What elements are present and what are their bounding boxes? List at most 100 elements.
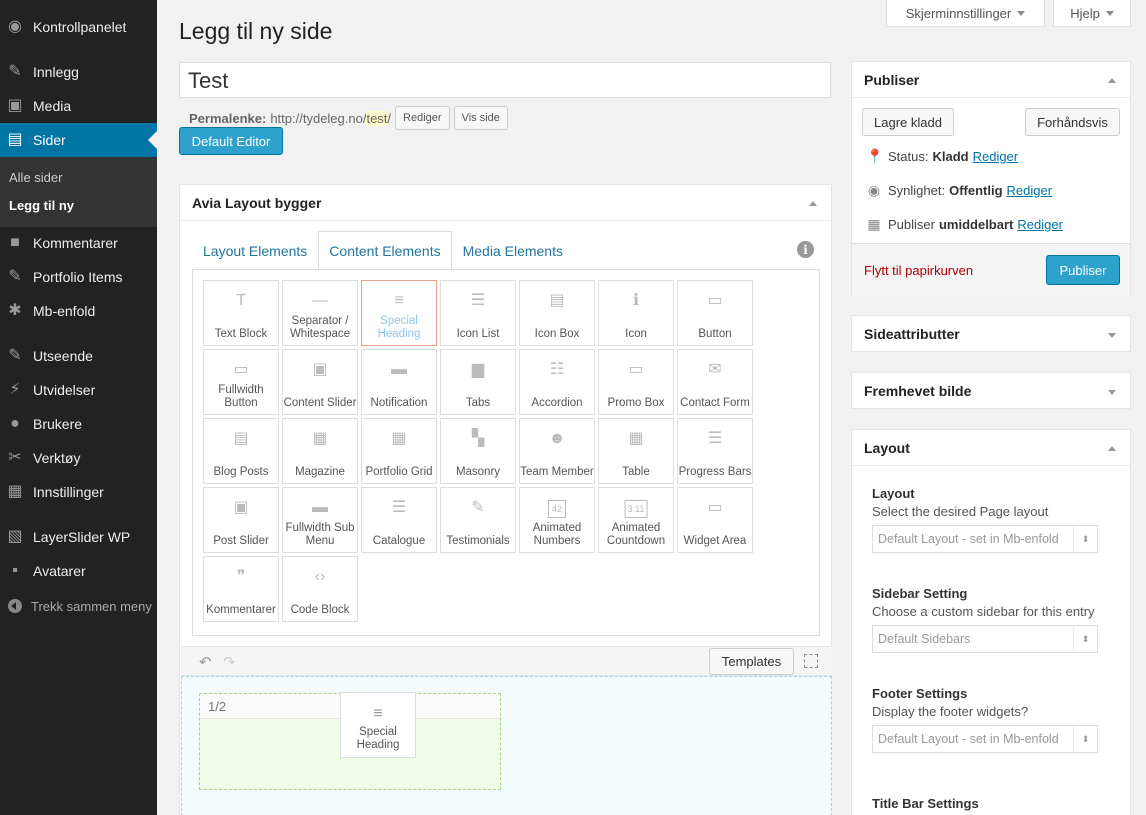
menu-item-theme-options[interactable]: ✱ Mb-enfold bbox=[0, 294, 157, 328]
menu-item-media[interactable]: ▣ Media bbox=[0, 89, 157, 123]
edit-schedule-link[interactable]: Rediger bbox=[1017, 217, 1063, 232]
element-separator[interactable]: — Separator / Whitespace bbox=[282, 280, 358, 346]
element-icon-list[interactable]: ☰ Icon List bbox=[440, 280, 516, 346]
element-content-slider[interactable]: ▣ Content Slider bbox=[282, 349, 358, 415]
collapse-arrow-icon[interactable] bbox=[1108, 78, 1116, 83]
element-text-block[interactable]: T Text Block bbox=[203, 280, 279, 346]
menu-item-appearance[interactable]: ✎ Utseende bbox=[0, 339, 157, 373]
element-blog-posts[interactable]: ▤ Blog Posts bbox=[203, 418, 279, 484]
sidebar-setting-title: Sidebar Setting bbox=[872, 586, 968, 601]
element-notification[interactable]: ▬ Notification bbox=[361, 349, 437, 415]
element-catalogue[interactable]: ☰ Catalogue bbox=[361, 487, 437, 553]
avia-layout-builder: Avia Layout bygger Layout Elements Conte… bbox=[179, 184, 832, 815]
post-title-input[interactable]: Test bbox=[179, 62, 831, 98]
permalink-slug[interactable]: test bbox=[366, 110, 388, 126]
menu-item-settings[interactable]: ▦ Innstillinger bbox=[0, 475, 157, 509]
expand-arrow-icon[interactable] bbox=[1108, 390, 1116, 395]
edit-visibility-link[interactable]: Rediger bbox=[1007, 183, 1053, 198]
permalink-base[interactable]: http://tydeleg.no/ bbox=[270, 111, 366, 126]
undo-icon[interactable]: ↶ bbox=[199, 653, 212, 671]
menu-item-avatars[interactable]: ▪ Avatarer bbox=[0, 554, 157, 588]
layout-header[interactable]: Layout bbox=[852, 430, 1130, 466]
tab-content-elements[interactable]: Content Elements bbox=[318, 231, 452, 270]
templates-button[interactable]: Templates bbox=[709, 648, 794, 675]
plugin-icon: ⚡ bbox=[9, 381, 21, 398]
publish-header[interactable]: Publiser bbox=[852, 62, 1130, 98]
redo-icon[interactable]: ↷ bbox=[223, 653, 236, 671]
element-masonry[interactable]: ▚ Masonry bbox=[440, 418, 516, 484]
edit-status-link[interactable]: Rediger bbox=[973, 149, 1019, 164]
element-progress-bars[interactable]: ☰ Progress Bars bbox=[677, 418, 753, 484]
submenu-icon: ▬ bbox=[312, 499, 328, 516]
menu-item-tools[interactable]: ✂ Verktøy bbox=[0, 441, 157, 475]
builder-header[interactable]: Avia Layout bygger bbox=[180, 185, 831, 221]
pin-icon: ✎ bbox=[8, 268, 22, 285]
help-button[interactable]: Hjelp bbox=[1053, 0, 1131, 27]
featured-image-header[interactable]: Fremhevet bilde bbox=[852, 373, 1130, 408]
footer-select[interactable]: Default Layout - set in Mb-enfold ⬍ bbox=[872, 725, 1098, 753]
tab-media-elements[interactable]: Media Elements bbox=[452, 231, 574, 270]
element-magazine[interactable]: ▦ Magazine bbox=[282, 418, 358, 484]
submenu-add-new[interactable]: Legg til ny bbox=[9, 198, 74, 213]
element-code-block[interactable]: ‹› Code Block bbox=[282, 556, 358, 622]
preview-button[interactable]: Forhåndsvis bbox=[1025, 108, 1120, 136]
menu-item-posts[interactable]: ✎ Innlegg bbox=[0, 55, 157, 89]
element-tabs[interactable]: ▆ Tabs bbox=[440, 349, 516, 415]
element-animated-countdown[interactable]: 3:11 Animated Countdown bbox=[598, 487, 674, 553]
element-widget-area[interactable]: ▭ Widget Area bbox=[677, 487, 753, 553]
default-editor-button[interactable]: Default Editor bbox=[179, 127, 283, 155]
element-table[interactable]: ▦ Table bbox=[598, 418, 674, 484]
view-page-button[interactable]: Vis side bbox=[453, 106, 508, 130]
move-to-trash-link[interactable]: Flytt til papirkurven bbox=[864, 263, 973, 278]
element-testimonials[interactable]: ✎ Testimonials bbox=[440, 487, 516, 553]
menu-item-plugins[interactable]: ⚡ Utvidelser bbox=[0, 373, 157, 407]
element-button[interactable]: ▭ Button bbox=[677, 280, 753, 346]
element-accordion[interactable]: ☷ Accordion bbox=[519, 349, 595, 415]
menu-item-comments[interactable]: ■ Kommentarer bbox=[0, 226, 157, 260]
sidebar-select[interactable]: Default Sidebars ⬍ bbox=[872, 625, 1098, 653]
screen-options-button[interactable]: Skjerminnstillinger bbox=[886, 0, 1045, 27]
element-promo-box[interactable]: ▭ Promo Box bbox=[598, 349, 674, 415]
menu-item-portfolio[interactable]: ✎ Portfolio Items bbox=[0, 260, 157, 294]
element-portfolio-grid[interactable]: ▦ Portfolio Grid bbox=[361, 418, 437, 484]
submenu-all-pages[interactable]: Alle sider bbox=[9, 170, 62, 185]
builder-canvas[interactable]: 1/2 ≡ Special Heading bbox=[181, 676, 832, 815]
accordion-icon: ☷ bbox=[549, 361, 565, 378]
menu-item-dashboard[interactable]: ◉ Kontrollpanelet bbox=[0, 10, 157, 44]
schedule-label: Publiser bbox=[888, 217, 935, 232]
dragged-special-heading[interactable]: ≡ Special Heading bbox=[340, 692, 416, 758]
collapse-menu[interactable]: Trekk sammen meny bbox=[0, 594, 157, 618]
publish-button[interactable]: Publiser bbox=[1046, 255, 1120, 285]
info-icon[interactable]: i bbox=[797, 241, 814, 258]
element-label: Table bbox=[622, 466, 650, 478]
element-icon-box[interactable]: ▤ Icon Box bbox=[519, 280, 595, 346]
edit-permalink-button[interactable]: Rediger bbox=[395, 106, 450, 130]
fullscreen-icon[interactable] bbox=[804, 654, 818, 668]
element-special-heading[interactable]: ≡ Special Heading bbox=[361, 280, 437, 346]
element-label: Animated Countdown bbox=[606, 522, 666, 547]
menu-item-users[interactable]: ● Brukere bbox=[0, 407, 157, 441]
collapse-arrow-icon[interactable] bbox=[1108, 446, 1116, 451]
element-post-slider[interactable]: ▣ Post Slider bbox=[203, 487, 279, 553]
table-icon: ▦ bbox=[628, 430, 644, 447]
save-draft-button[interactable]: Lagre kladd bbox=[862, 108, 954, 136]
element-comments[interactable]: ❞ Kommentarer bbox=[203, 556, 279, 622]
element-team-member[interactable]: ☻ Team Member bbox=[519, 418, 595, 484]
menu-item-label: Sider bbox=[33, 132, 66, 148]
menu-item-layerslider[interactable]: ▧ LayerSlider WP bbox=[0, 520, 157, 554]
element-animated-numbers[interactable]: 42 Animated Numbers bbox=[519, 487, 595, 553]
menu-item-pages[interactable]: ▤ Sider bbox=[0, 123, 157, 157]
collapse-arrow-icon bbox=[8, 599, 22, 613]
media-icon: ▣ bbox=[7, 97, 23, 114]
element-contact-form[interactable]: ✉ Contact Form bbox=[677, 349, 753, 415]
element-icon[interactable]: ℹ Icon bbox=[598, 280, 674, 346]
page-layout-select[interactable]: Default Layout - set in Mb-enfold ⬍ bbox=[872, 525, 1098, 553]
element-fullwidth-submenu[interactable]: ▬ Fullwidth Sub Menu bbox=[282, 487, 358, 553]
expand-arrow-icon[interactable] bbox=[1108, 333, 1116, 338]
element-label: Masonry bbox=[455, 466, 501, 478]
element-fullwidth-button[interactable]: ▭ Fullwidth Button bbox=[203, 349, 279, 415]
page-attributes-header[interactable]: Sideattributter bbox=[852, 316, 1130, 351]
tab-layout-elements[interactable]: Layout Elements bbox=[192, 231, 318, 270]
layout-field-desc: Select the desired Page layout bbox=[872, 504, 1049, 519]
collapse-arrow-icon[interactable] bbox=[809, 201, 817, 206]
